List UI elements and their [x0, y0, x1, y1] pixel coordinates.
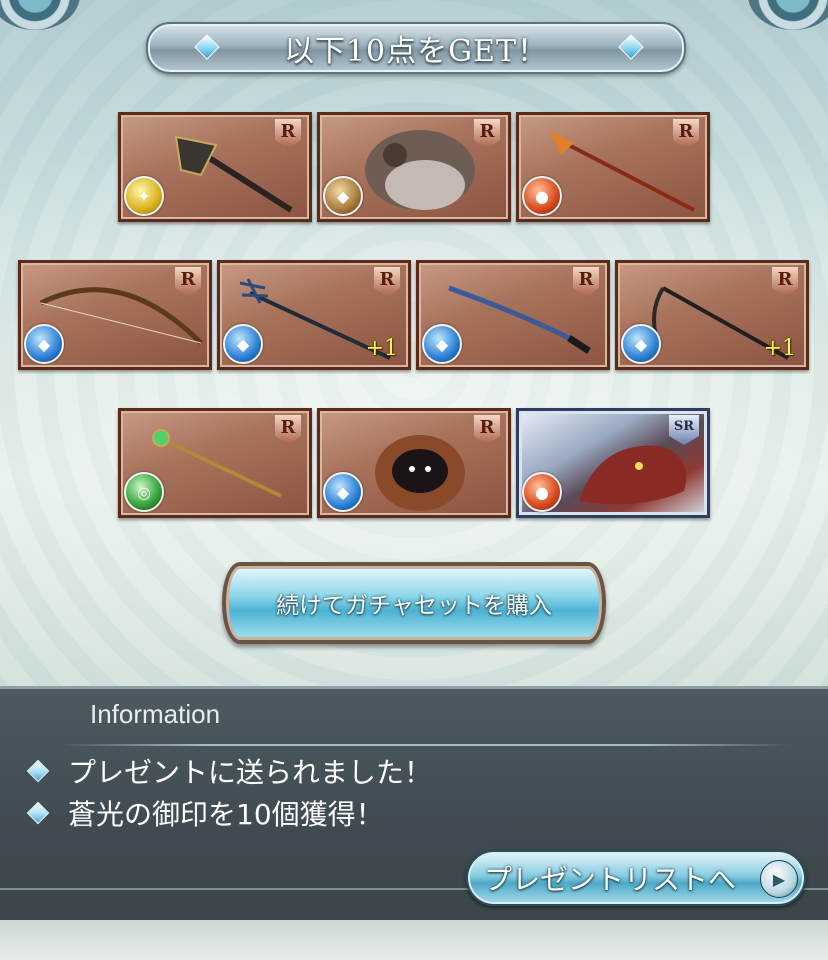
reward-card[interactable]: R ◆ +1 — [217, 260, 411, 370]
present-list-button[interactable]: プレゼントリストへ ▶ — [466, 850, 806, 906]
present-list-label: プレゼントリストへ — [484, 863, 737, 896]
page-title: 以下10点をGET！ — [283, 34, 549, 69]
reward-card[interactable]: R ◆ +1 — [615, 260, 809, 370]
reward-card[interactable]: R ◆ — [18, 260, 212, 370]
result-area: 以下10点をGET！ R ✦ R ◆ R ● R ◆ R ◆ +1 R ◆ R … — [0, 0, 828, 686]
gem-bullet-icon — [26, 801, 50, 825]
fire-element-icon: ● — [522, 472, 562, 512]
fire-element-icon: ● — [522, 176, 562, 216]
reward-card[interactable]: R ◆ — [416, 260, 610, 370]
water-element-icon: ◆ — [323, 472, 363, 512]
bottom-bar — [0, 920, 828, 960]
plus-bonus-label: +1 — [763, 336, 796, 361]
info-heading: Information — [90, 699, 221, 729]
gem-icon — [618, 34, 644, 60]
water-element-icon: ◆ — [24, 324, 64, 364]
info-message: プレゼントに送られました！ — [24, 751, 432, 791]
gem-bullet-icon — [26, 759, 50, 783]
water-element-icon: ◆ — [422, 324, 462, 364]
earth-element-icon: ◆ — [323, 176, 363, 216]
play-arrow-icon: ▶ — [760, 860, 798, 898]
buy-gacha-set-label: 続けてガチャセットを購入 — [276, 593, 552, 619]
reward-card[interactable]: R ◎ — [118, 408, 312, 518]
plus-bonus-label: +1 — [365, 336, 398, 361]
reward-card[interactable]: R ◆ — [317, 408, 511, 518]
water-element-icon: ◆ — [223, 324, 263, 364]
gem-icon — [194, 34, 220, 60]
buy-gacha-set-button[interactable]: 続けてガチャセットを購入 — [222, 562, 606, 644]
reward-card[interactable]: R ✦ — [118, 112, 312, 222]
corner-ornament — [748, 0, 828, 30]
wind-element-icon: ◎ — [124, 472, 164, 512]
info-message-text: 蒼光の御印を10個獲得！ — [68, 798, 384, 831]
reward-card[interactable]: R ● — [516, 112, 710, 222]
info-message-text: プレゼントに送られました！ — [68, 756, 433, 789]
title-banner: 以下10点をGET！ — [146, 22, 686, 74]
reward-card-sr[interactable]: SR ● — [516, 408, 710, 518]
divider — [60, 744, 790, 746]
water-element-icon: ◆ — [621, 324, 661, 364]
info-message: 蒼光の御印を10個獲得！ — [24, 793, 384, 833]
reward-card[interactable]: R ◆ — [317, 112, 511, 222]
corner-ornament — [0, 0, 80, 30]
light-element-icon: ✦ — [124, 176, 164, 216]
